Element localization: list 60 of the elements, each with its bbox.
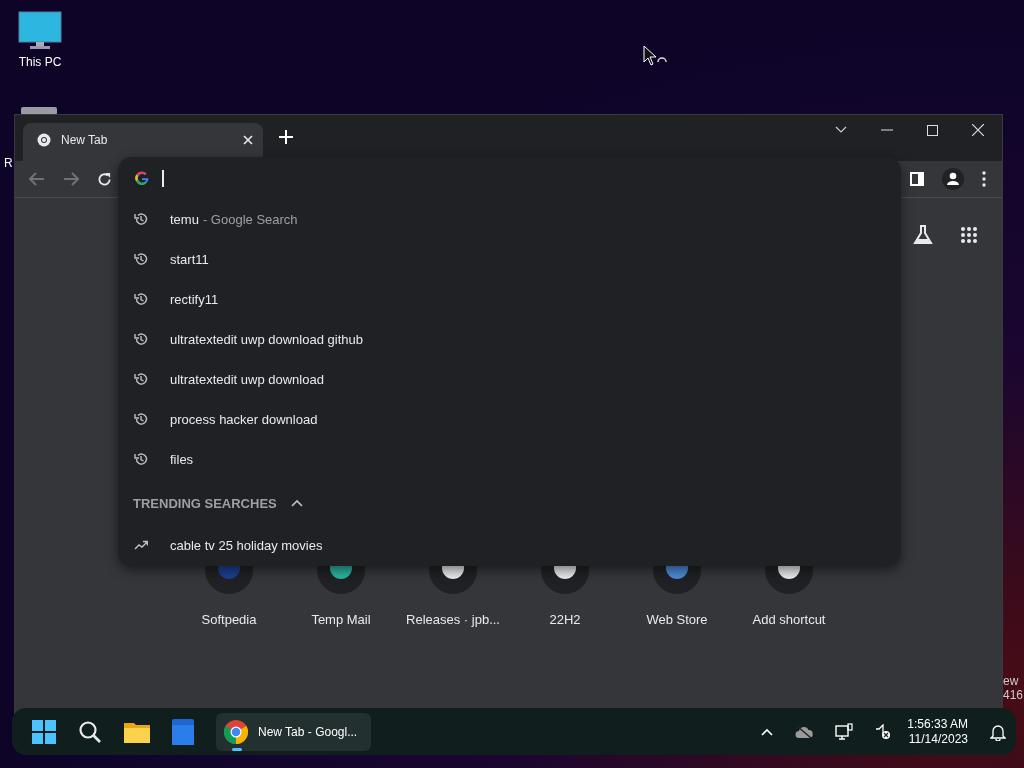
icon-label: This PC xyxy=(18,55,62,69)
history-icon xyxy=(134,252,148,266)
forward-icon[interactable] xyxy=(63,172,79,186)
menu-icon[interactable] xyxy=(982,171,986,187)
shortcut-label[interactable]: Softpedia xyxy=(201,612,257,627)
profile-icon[interactable] xyxy=(942,168,964,190)
history-icon xyxy=(134,372,148,386)
side-panel-icon[interactable] xyxy=(910,172,924,186)
shortcut-label[interactable]: Web Store xyxy=(646,612,708,627)
clock-date[interactable]: 11/14/2023 xyxy=(908,731,968,747)
volume-muted-icon[interactable] xyxy=(875,723,892,740)
close-icon[interactable] xyxy=(243,135,253,145)
trending-icon xyxy=(134,540,148,550)
history-icon xyxy=(134,212,148,226)
close-icon[interactable] xyxy=(972,124,984,136)
google-logo-icon xyxy=(134,170,150,186)
back-icon[interactable] xyxy=(29,172,45,186)
suggestion-item[interactable]: ultratextedit uwp download xyxy=(118,359,901,399)
shortcut-label[interactable]: 22H2 xyxy=(549,612,581,627)
windows-logo-icon[interactable] xyxy=(32,719,56,744)
apps-grid-icon[interactable] xyxy=(960,226,978,244)
chrome-logo-icon xyxy=(224,719,248,744)
icon-label: R xyxy=(4,156,13,170)
reload-icon[interactable] xyxy=(97,171,112,187)
cloud-off-icon[interactable] xyxy=(795,724,814,739)
suggestion-item[interactable]: cable tv 25 holiday movies xyxy=(118,525,901,565)
clock-time[interactable]: 1:56:33 AM xyxy=(907,716,968,732)
suggestion-item[interactable]: start11 xyxy=(118,239,901,279)
chevron-icon[interactable] xyxy=(290,499,303,507)
new-tab-icon[interactable] xyxy=(279,130,293,144)
suggestion-item[interactable]: process hacker download xyxy=(118,399,901,439)
suggestion-item[interactable]: temu - Google Search xyxy=(118,199,901,239)
folder-icon[interactable] xyxy=(124,720,150,743)
suggestion-item[interactable]: rectify11 xyxy=(118,279,901,319)
chrome-logo-icon xyxy=(37,133,51,147)
shortcut-label[interactable]: Add shortcut xyxy=(752,612,826,627)
section-heading: TRENDING SEARCHES xyxy=(133,495,277,511)
tab-title: New Tab xyxy=(61,133,109,147)
app-icon[interactable] xyxy=(172,718,194,745)
desktop-text: 416 xyxy=(1003,688,1024,702)
suggestion-item[interactable]: files xyxy=(118,439,901,479)
history-icon xyxy=(134,332,148,346)
shortcut-label[interactable]: Releases · jpb... xyxy=(406,612,500,627)
desktop-text: ew xyxy=(1003,674,1020,688)
text-cursor xyxy=(162,169,164,187)
browser-tab[interactable]: New Tab xyxy=(23,123,263,161)
taskbar-window-button[interactable]: New Tab - Googl... xyxy=(216,712,371,751)
chevron-down-icon[interactable] xyxy=(835,126,847,134)
flask-icon[interactable] xyxy=(912,224,934,246)
shortcut-label[interactable]: Temp Mail xyxy=(311,612,371,627)
bell-icon[interactable] xyxy=(990,722,1006,741)
network-icon[interactable] xyxy=(835,722,854,741)
maximize-icon[interactable] xyxy=(927,124,938,136)
suggestion-item[interactable]: ultratextedit uwp download github xyxy=(118,319,901,359)
monitor-icon[interactable] xyxy=(18,11,62,51)
history-icon xyxy=(134,292,148,306)
search-icon[interactable] xyxy=(78,719,102,744)
history-icon xyxy=(134,412,148,426)
chevron-up-icon[interactable] xyxy=(761,727,774,736)
history-icon xyxy=(134,452,148,466)
